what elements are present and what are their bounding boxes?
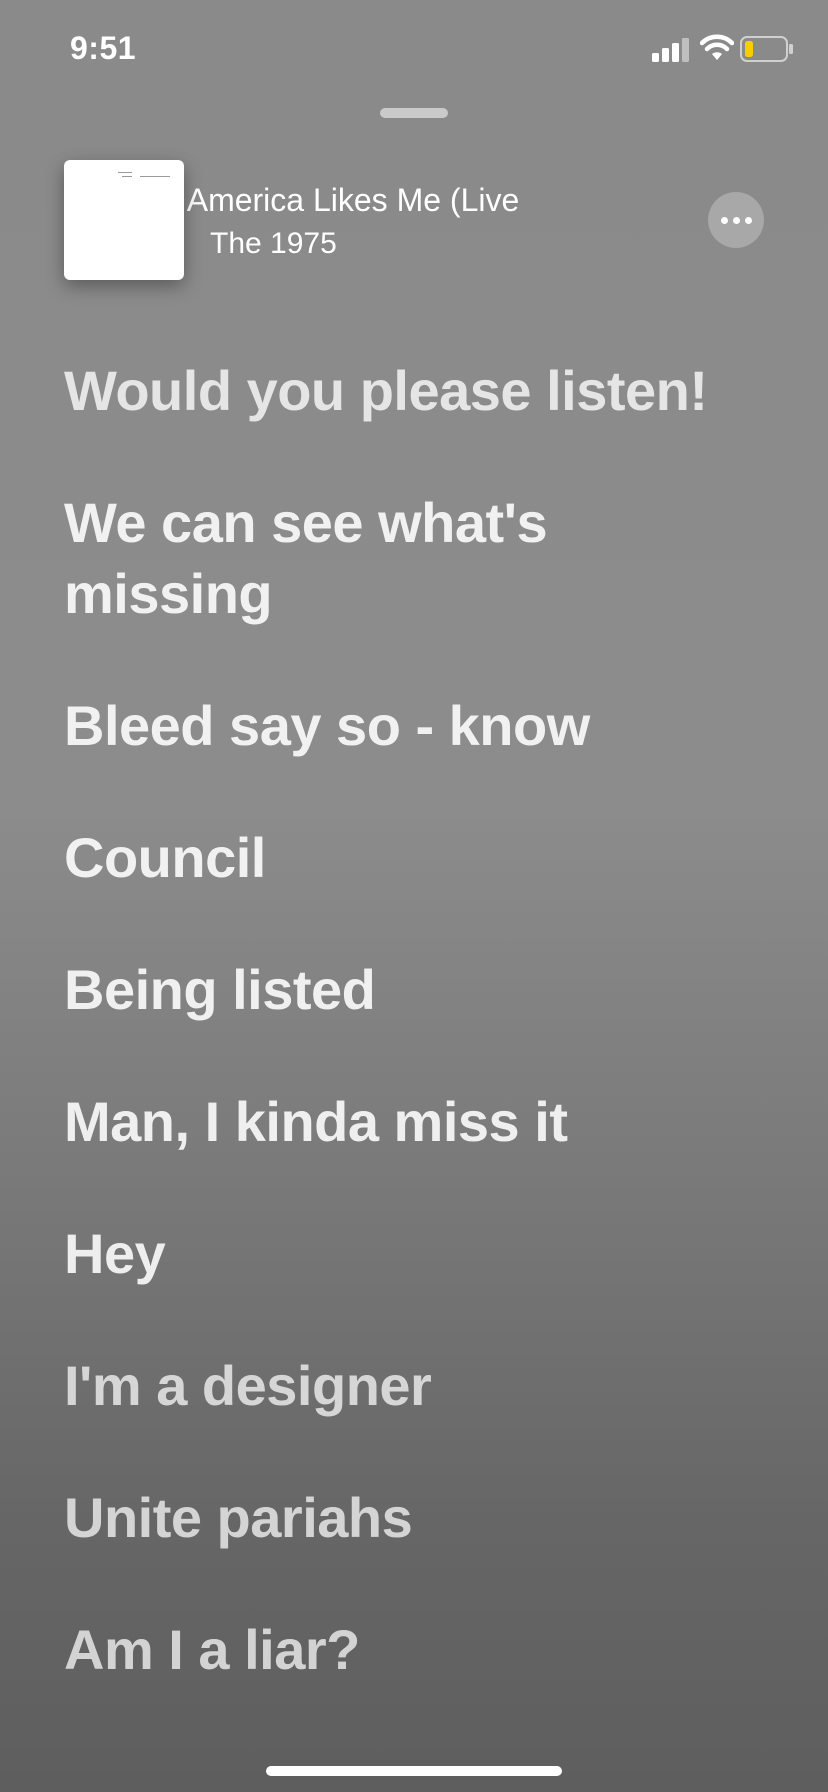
ellipsis-icon: [732, 216, 740, 224]
lyric-line[interactable]: We can see what's missing: [64, 487, 764, 629]
track-artist: The 1975: [210, 227, 337, 260]
lyric-line[interactable]: Bleed say so - know: [64, 690, 764, 761]
wifi-icon: [700, 34, 734, 60]
lyric-line[interactable]: Would you please listen!: [64, 355, 764, 426]
more-options-button[interactable]: [708, 192, 764, 248]
lyrics-list: Would you please listen! We can see what…: [64, 355, 764, 1746]
lyric-line[interactable]: Hey: [64, 1218, 764, 1289]
lyric-line[interactable]: Unite pariahs: [64, 1482, 764, 1553]
track-info[interactable]: America & America Likes Me (Live The 197…: [150, 178, 650, 265]
lyric-line[interactable]: I'm a designer: [64, 1350, 764, 1421]
battery-icon: [740, 36, 793, 62]
ellipsis-icon: [720, 216, 728, 224]
lyric-line[interactable]: Man, I kinda miss it: [64, 1086, 764, 1157]
cellular-signal-icon: [652, 38, 689, 62]
sheet-grabber[interactable]: [380, 108, 448, 118]
now-playing-header: America & America Likes Me (Live The 197…: [0, 150, 828, 290]
lyric-line[interactable]: Being listed: [64, 954, 764, 1025]
status-bar: 9:51: [0, 0, 828, 100]
lyric-line[interactable]: Am I a liar?: [64, 1614, 764, 1685]
lyric-line[interactable]: Council: [64, 822, 764, 893]
status-time: 9:51: [70, 30, 137, 66]
ellipsis-icon: [744, 216, 752, 224]
album-artwork[interactable]: [64, 160, 184, 280]
track-title: America & America Likes Me (Live: [150, 182, 520, 218]
home-indicator[interactable]: [266, 1766, 562, 1776]
